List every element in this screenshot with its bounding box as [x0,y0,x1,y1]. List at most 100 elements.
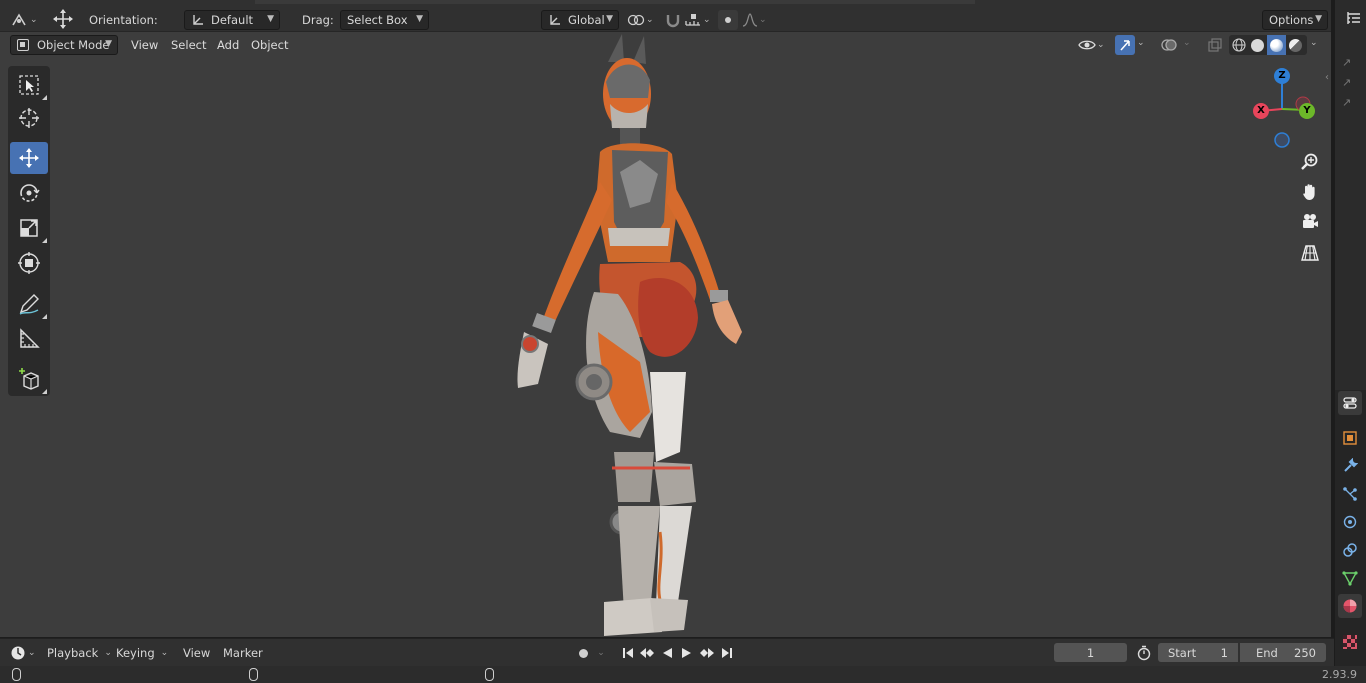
editor-type-button[interactable]: ⌄ [10,10,40,30]
tab-texture[interactable] [1338,630,1362,654]
transform-tool[interactable] [10,247,48,279]
gizmo-dropdown-arrow[interactable]: ⌄ [1137,38,1145,48]
wireframe-shading-button[interactable] [1229,35,1248,55]
falloff-dropdown[interactable]: ⌄ [742,10,770,30]
orientation-value: Default [211,13,254,27]
object-menu[interactable]: Object [247,36,292,54]
current-frame-field[interactable]: 1 [1054,643,1127,662]
start-frame-field[interactable]: Start 1 [1158,643,1238,662]
overlays-dropdown-arrow[interactable]: ⌄ [1183,38,1191,48]
select-menu[interactable]: Select [167,36,210,54]
xray-toggle[interactable] [1205,35,1225,55]
chevron-down-icon: ▼ [606,14,613,24]
jump-keyframe-forward-button[interactable] [698,644,716,662]
jump-to-start-button[interactable] [619,644,637,662]
current-frame-value: 1 [1086,645,1095,660]
navigation-gizmo[interactable]: Z X Y [1246,64,1318,154]
version-label: 2.93.9 [1322,668,1357,681]
timeline-editor-type-button[interactable]: ⌄ [10,643,40,663]
rotate-tool[interactable] [10,177,48,209]
annotate-tool[interactable] [10,288,48,320]
jump-to-end-button[interactable] [718,644,736,662]
jump-keyframe-back-button[interactable] [638,644,656,662]
snap-target-dropdown[interactable]: ⌄ [684,10,714,30]
pan-button[interactable] [1296,178,1324,206]
chevron-down-icon: ⌄ [160,648,169,658]
tab-modifiers[interactable] [1338,454,1362,478]
move-tool[interactable] [10,142,48,174]
end-value: 250 [1294,645,1316,660]
tab-constraints[interactable] [1338,538,1362,562]
outliner-row-icon-3[interactable]: ↗ [1342,96,1356,110]
axis-x-label: X [1253,103,1269,119]
falloff-curve-icon [742,13,758,27]
material-shading-button[interactable] [1267,35,1286,55]
rendered-shading-button[interactable] [1286,35,1305,55]
material-ball-icon [1343,599,1357,613]
rendered-sphere-icon [1289,38,1302,52]
chevron-down-icon: ▼ [105,39,112,49]
rotate-icon [20,184,40,202]
zoom-button[interactable] [1296,148,1324,176]
scale-tool[interactable] [10,212,48,244]
wireframe-sphere-icon [1231,38,1246,52]
transform-box-icon [18,252,40,274]
options-dropdown[interactable]: Options ▼ [1262,10,1328,30]
tab-data[interactable] [1338,566,1362,590]
axis-z-label: Z [1274,68,1290,84]
particles-icon [1343,487,1357,501]
outliner-filter-button[interactable] [1344,8,1364,28]
select-box-tool[interactable] [10,69,48,101]
object-mode-label: Object Mode [37,38,110,52]
visibility-dropdown[interactable]: ⌄ [1078,36,1108,54]
tab-particles[interactable] [1338,482,1362,506]
dot-icon [725,17,731,23]
tab-object[interactable] [1338,426,1362,450]
auto-keying-toggle[interactable] [573,644,593,662]
timeline-view-menu[interactable]: View [183,646,210,660]
cursor-tool[interactable] [10,102,48,134]
grid-perspective-icon [1301,245,1319,261]
move-tool-icon[interactable] [50,8,76,30]
add-cube-tool[interactable] [10,363,48,395]
outliner-row-icon-1[interactable]: ↗ [1342,56,1356,70]
outliner-row-icon-2[interactable]: ↗ [1342,76,1356,90]
use-preview-range-toggle[interactable] [1134,643,1154,662]
pivot-point-button[interactable]: ⌄ [627,10,657,30]
tab-physics[interactable] [1338,510,1362,534]
tab-material[interactable] [1338,594,1362,618]
transform-space-dropdown[interactable]: Global ▼ [541,10,619,30]
gizmo-icon [1120,40,1130,51]
add-cube-icon [19,368,39,390]
proportional-editing-toggle[interactable] [718,10,738,30]
drag-dropdown[interactable]: Select Box ▼ [340,10,429,30]
solid-shading-button[interactable] [1248,35,1267,55]
add-menu[interactable]: Add [213,36,243,54]
play-button[interactable] [678,644,696,662]
outliner-collapse-arrow[interactable]: ‹ [1325,72,1329,83]
perspective-toggle-button[interactable] [1296,239,1324,267]
play-reverse-button[interactable] [658,644,676,662]
tab-tool[interactable] [1338,391,1362,415]
solid-sphere-icon [1251,38,1264,52]
ruler-icon [20,328,40,348]
jump-start-icon [623,648,633,658]
view-menu[interactable]: View [127,36,162,54]
gizmo-toggle[interactable] [1115,35,1135,55]
chevron-down-icon: ▼ [416,14,423,24]
keying-menu[interactable]: Keying ⌄ [116,644,168,662]
orientation-dropdown[interactable]: Default ▼ [184,10,280,30]
camera-view-button[interactable] [1296,208,1324,236]
marker-menu[interactable]: Marker [223,646,263,660]
playback-menu[interactable]: Playback ⌄ [47,644,112,662]
keying-set-dropdown[interactable]: ⌄ [594,644,608,662]
object-mode-dropdown[interactable]: Object Mode ▼ [10,35,118,55]
snap-toggle[interactable] [663,10,683,30]
move-icon [19,148,39,168]
measure-tool[interactable] [10,323,48,355]
overlays-toggle[interactable] [1158,35,1180,55]
shading-dropdown-arrow[interactable]: ⌄ [1310,38,1318,48]
pivot-icon [627,14,645,26]
axis-y-label: Y [1299,103,1315,119]
end-frame-field[interactable]: End 250 [1240,643,1326,662]
